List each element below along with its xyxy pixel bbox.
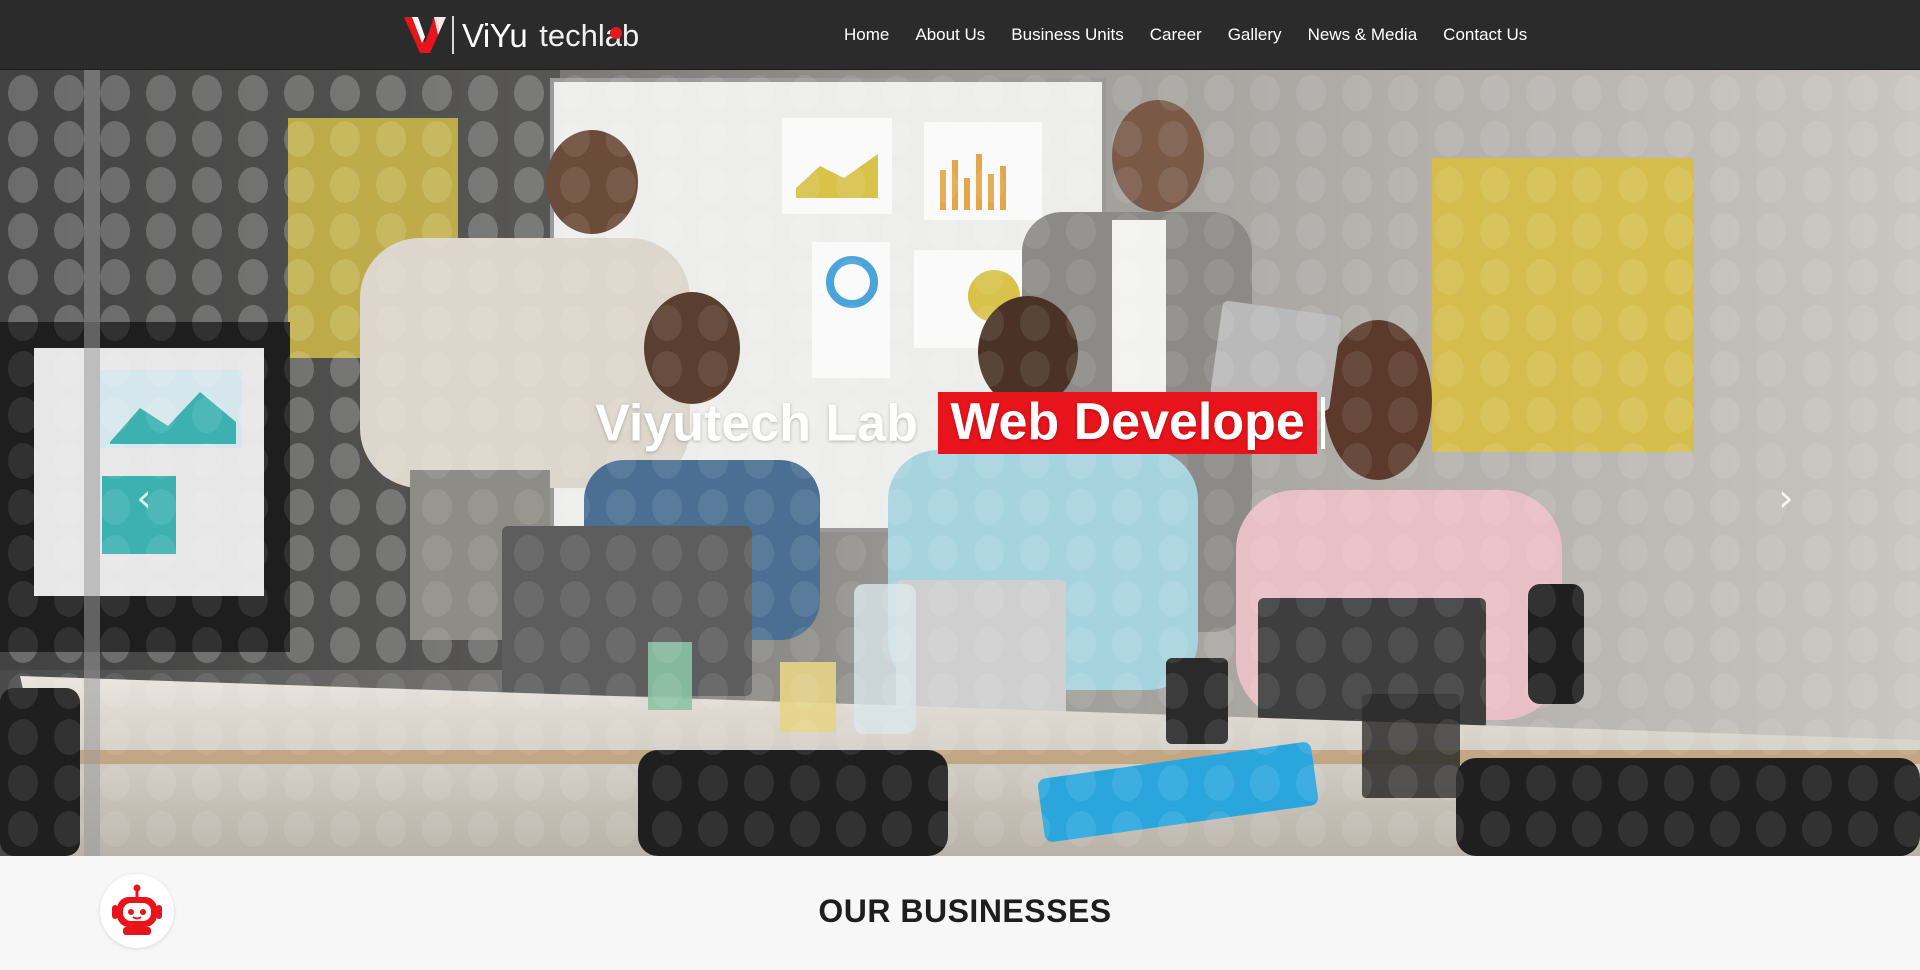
logo-divider [452,16,454,54]
our-businesses-section: OUR BUSINESSES [0,856,1920,970]
nav-business-units[interactable]: Business Units [998,25,1136,45]
nav-contact-us[interactable]: Contact Us [1430,25,1540,45]
logo-dot [610,26,623,39]
chevron-left-icon[interactable]: ‹ [130,478,158,518]
chevron-right-icon[interactable]: › [1772,478,1800,518]
hero-slider: Viyutech Lab Web Develope ‹ › [0,70,1920,856]
nav-about-us[interactable]: About Us [902,25,998,45]
logo-brand-suffix: techlab [539,20,639,51]
main-nav: Home About Us Business Units Career Gall… [831,0,1540,70]
site-logo[interactable]: ViYu techlab [404,12,639,58]
nav-home[interactable]: Home [831,25,902,45]
nav-gallery[interactable]: Gallery [1215,25,1295,45]
hero-heading: Viyutech Lab Web Develope [0,390,1920,455]
logo-brand-suffix-text: techlab [539,17,640,53]
section-title: OUR BUSINESSES [818,893,1112,929]
nav-career[interactable]: Career [1137,25,1215,45]
nav-news-media[interactable]: News & Media [1295,25,1431,45]
hero-heading-typed-text: Web Develope [938,392,1317,455]
logo-brand-name: ViYu [462,16,528,54]
viyu-logo-icon [404,17,446,53]
top-navbar: ViYu techlab Home About Us Business Unit… [0,0,1920,70]
hero-heading-prefix: Viyutech Lab [595,394,918,453]
hero-background-photo [0,70,1920,856]
typing-cursor [1320,397,1325,450]
